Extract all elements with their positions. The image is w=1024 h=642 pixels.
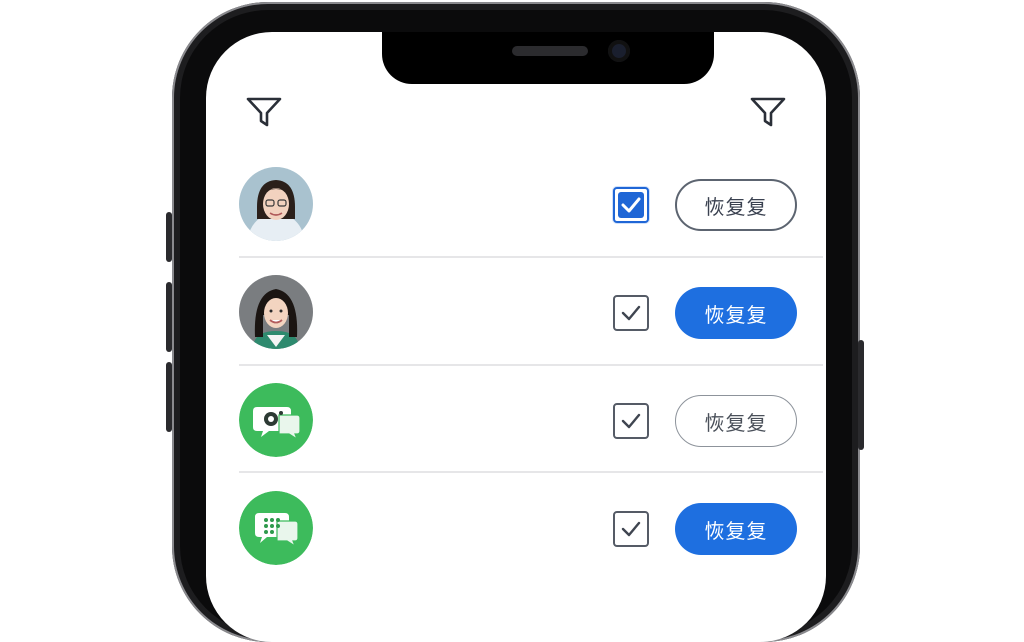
checkbox[interactable] (613, 295, 649, 331)
filter-icon-right[interactable] (748, 94, 788, 130)
divider (239, 256, 823, 258)
list-item: 恢复复 (239, 491, 823, 597)
checkbox[interactable] (613, 403, 649, 439)
checkbox[interactable] (613, 187, 649, 223)
checkbox[interactable] (613, 511, 649, 547)
green-chat-camera-icon (239, 383, 313, 457)
green-chat-dots-icon (239, 491, 313, 565)
notch (382, 32, 714, 84)
phone-screen: 恢复复 恢复复 恢复复 恢复复 (206, 32, 826, 642)
volume-up-button (166, 212, 172, 262)
front-camera (608, 40, 630, 62)
speaker-grille (512, 46, 588, 56)
restore-button[interactable]: 恢复复 (675, 287, 797, 339)
divider (239, 471, 823, 473)
restore-button[interactable]: 恢复复 (675, 503, 797, 555)
woman-with-glasses-avatar (239, 167, 313, 241)
woman-long-hair-avatar (239, 275, 313, 349)
volume-down-button (166, 282, 172, 352)
restore-button[interactable]: 恢复复 (675, 395, 797, 447)
phone-frame: 恢复复 恢复复 恢复复 恢复复 (172, 2, 860, 642)
power-button (858, 340, 864, 450)
filter-icon-left[interactable] (244, 94, 284, 130)
divider (239, 364, 823, 366)
list-item: 恢复复 (239, 383, 823, 489)
side-button-left (166, 362, 172, 432)
restore-button[interactable]: 恢复复 (675, 179, 797, 231)
